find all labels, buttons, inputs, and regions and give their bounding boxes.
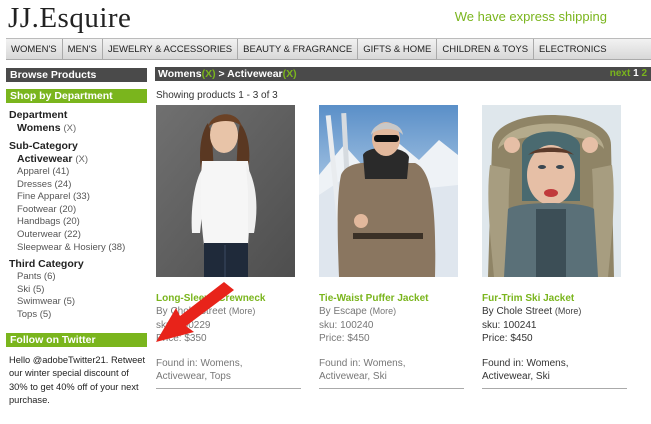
product-sku: sku: 100241: [482, 319, 537, 331]
nav-mens[interactable]: MEN'S: [63, 39, 103, 59]
third-category-item[interactable]: Swimwear (5): [17, 296, 147, 309]
subcategory-item[interactable]: Handbags (20): [17, 216, 147, 229]
product-card: Fur-Trim Ski Jacket By Chole Street (Mor…: [482, 105, 629, 389]
subcategory-item[interactable]: Footwear (20): [17, 204, 147, 217]
product-found-in-categories: Activewear, Ski: [319, 371, 387, 382]
subcategory-item[interactable]: Fine Apparel (33): [17, 191, 147, 204]
breadcrumb: Womens(X) > Activewear(X) next 1 2: [155, 67, 651, 81]
pager-page-1[interactable]: 1: [633, 68, 639, 79]
third-category-item[interactable]: Pants (6): [17, 271, 147, 284]
product-name-link[interactable]: Fur-Trim Ski Jacket: [482, 292, 629, 305]
breadcrumb-activewear[interactable]: Activewear: [227, 68, 282, 80]
product-found-in: Found in: Womens,: [482, 357, 569, 369]
site-logo[interactable]: JJ.Esquire: [8, 2, 131, 35]
product-card: Tie-Waist Puffer Jacket By Escape (More)…: [319, 105, 466, 389]
remove-department-link[interactable]: (X): [64, 123, 77, 134]
product-found-in-categories: Activewear, Ski: [482, 371, 550, 382]
product-image[interactable]: [156, 105, 295, 277]
nav-children[interactable]: CHILDREN & TOYS: [437, 39, 535, 59]
department-title: Department: [9, 109, 68, 121]
nav-jewelry[interactable]: JEWELRY & ACCESSORIES: [103, 39, 239, 59]
product-image[interactable]: [482, 105, 621, 277]
product-found-in: Found in: Womens,: [319, 357, 406, 369]
third-category-title: Third Category: [9, 258, 84, 271]
subcategory-item[interactable]: Apparel (41): [17, 166, 147, 179]
product-divider: [482, 387, 627, 389]
nav-electronics[interactable]: ELECTRONICS: [534, 39, 612, 59]
shop-by-department-header: Shop by Department: [6, 89, 147, 103]
product-price: Price: $450: [482, 333, 533, 344]
subcategory-item[interactable]: Dresses (24): [17, 179, 147, 192]
nav-gifts[interactable]: GIFTS & HOME: [358, 39, 438, 59]
subcategory-item[interactable]: Sleepwear & Hosiery (38): [17, 242, 147, 255]
sidebar: Browse Products Shop by Department Depar…: [6, 68, 147, 408]
brand-more-link[interactable]: (More): [370, 306, 397, 316]
department-selected: Womens (X): [17, 122, 147, 135]
red-arrow-icon: [156, 282, 234, 342]
product-brand: By Chole Street (More): [482, 305, 629, 319]
remove-womens-link[interactable]: (X): [202, 68, 216, 80]
shipping-banner: We have express shipping: [454, 9, 607, 24]
third-category-item[interactable]: Ski (5): [17, 284, 147, 297]
product-brand-label: By Escape: [319, 306, 367, 317]
product-image[interactable]: [319, 105, 458, 277]
department-selected-label: Womens: [17, 122, 61, 134]
top-navigation: WOMEN'S MEN'S JEWELRY & ACCESSORIES BEAU…: [6, 38, 651, 60]
product-divider: [319, 387, 464, 389]
product-found-in-categories: Activewear, Tops: [156, 371, 231, 382]
pager-page-2[interactable]: 2: [641, 68, 647, 79]
product-brand: By Escape (More): [319, 305, 466, 319]
breadcrumb-womens[interactable]: Womens: [158, 68, 202, 80]
third-category-item[interactable]: Tops (5): [17, 309, 147, 322]
pager-next-link[interactable]: next: [610, 68, 631, 79]
product-sku: sku: 100240: [319, 319, 374, 331]
subcategory-item[interactable]: Outerwear (22): [17, 229, 147, 242]
product-price: Price: $450: [319, 333, 370, 344]
pager: next 1 2: [610, 67, 647, 81]
product-brand-label: By Chole Street: [482, 306, 553, 317]
product-found-in: Found in: Womens,: [156, 357, 243, 369]
nav-beauty[interactable]: BEAUTY & FRAGRANCE: [238, 39, 359, 59]
breadcrumb-separator: >: [218, 68, 225, 80]
subcategory-selected: Activewear (X): [17, 153, 147, 166]
remove-subcategory-link[interactable]: (X): [75, 154, 88, 165]
twitter-message: Hello @adobeTwitter21. Retweet our winte…: [9, 354, 146, 406]
browse-products-header: Browse Products: [6, 68, 147, 82]
brand-more-link[interactable]: (More): [555, 306, 582, 316]
product-name-link[interactable]: Tie-Waist Puffer Jacket: [319, 292, 466, 305]
product-divider: [156, 387, 301, 389]
subcategory-title: Sub-Category: [9, 140, 78, 152]
nav-womens[interactable]: WOMEN'S: [6, 39, 63, 59]
remove-activewear-link[interactable]: (X): [283, 68, 297, 80]
results-count: Showing products 1 - 3 of 3: [156, 90, 278, 101]
follow-twitter-header: Follow on Twitter: [6, 332, 147, 347]
subcategory-selected-label: Activewear: [17, 153, 73, 165]
